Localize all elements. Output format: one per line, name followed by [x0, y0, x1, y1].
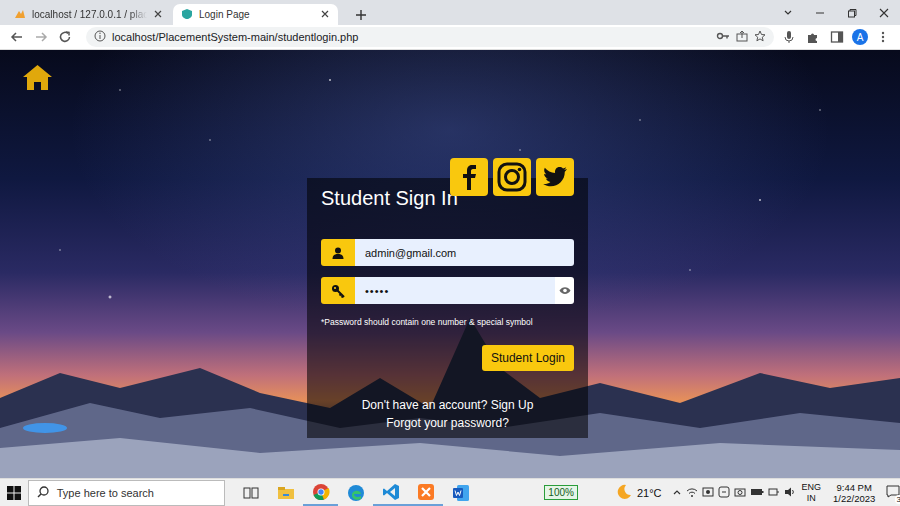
- tab-label: Login Page: [199, 9, 314, 20]
- close-icon[interactable]: [153, 9, 163, 21]
- phpmyadmin-icon: [14, 8, 26, 22]
- login-page: Student Sign In*Password should contain …: [0, 50, 900, 478]
- browser-tab[interactable]: Login Page: [173, 4, 338, 25]
- chevron-icon[interactable]: [772, 8, 804, 18]
- clock[interactable]: 9:44 PM1/22/2023: [833, 482, 875, 504]
- info-icon[interactable]: [94, 30, 106, 44]
- taskbar: Type here to search 100% 21°C ENGIN 9:44 PM1…: [0, 478, 900, 506]
- app-tray-icon[interactable]: [718, 486, 730, 500]
- vscode-icon[interactable]: [373, 480, 408, 506]
- minimize-icon[interactable]: [804, 8, 836, 18]
- home-icon[interactable]: [22, 64, 53, 91]
- clock-time: 9:44 PM: [836, 482, 871, 493]
- taskbar-search[interactable]: Type here to search: [28, 480, 226, 506]
- windows-icon[interactable]: [0, 486, 28, 500]
- social-links: [450, 158, 574, 196]
- region-code: IN: [807, 493, 816, 504]
- window-controls: [772, 0, 900, 25]
- temperature: 21°C: [637, 487, 662, 499]
- new-tab-button[interactable]: [350, 4, 372, 25]
- system-tray: [672, 486, 796, 500]
- volume-icon[interactable]: [784, 486, 796, 500]
- camera-icon[interactable]: [734, 486, 746, 500]
- battery-icon[interactable]: [750, 487, 764, 499]
- signup-link[interactable]: Don't have an account? Sign Up: [362, 398, 534, 412]
- restore-icon[interactable]: [836, 8, 868, 18]
- chrome-icon[interactable]: [303, 480, 338, 506]
- task-view-icon[interactable]: [233, 480, 268, 506]
- address-bar: localhost/PlacementSystem-main/studentlo…: [0, 25, 900, 50]
- chevron-up-icon[interactable]: [672, 487, 682, 499]
- instagram-icon[interactable]: [493, 158, 531, 196]
- shield-icon: [181, 8, 193, 22]
- xampp-icon[interactable]: [408, 480, 443, 506]
- facebook-icon[interactable]: [450, 158, 488, 196]
- reload-button[interactable]: [56, 28, 74, 46]
- password-row: [321, 277, 574, 304]
- edge-icon[interactable]: [338, 480, 373, 506]
- password-hint: *Password should contain one number & sp…: [321, 317, 574, 328]
- app-tray-icon[interactable]: [702, 486, 714, 500]
- form-links: Don't have an account? Sign Up Forgot you…: [321, 398, 574, 430]
- language-indicator[interactable]: ENGIN: [802, 482, 822, 504]
- search-icon: [37, 486, 49, 500]
- wifi-icon[interactable]: [686, 486, 698, 500]
- page-content: Student Sign In*Password should contain …: [0, 50, 900, 438]
- user-icon: [321, 239, 355, 266]
- key-icon[interactable]: [716, 30, 730, 44]
- menu-icon[interactable]: [874, 28, 892, 46]
- email-row: [321, 239, 574, 266]
- extensions-icon[interactable]: [804, 28, 822, 46]
- battery-indicator: 100%: [544, 485, 578, 500]
- browser-tab[interactable]: localhost / 127.0.0.1 / placement: [6, 4, 171, 25]
- language-code: ENG: [802, 482, 822, 493]
- file-explorer-icon[interactable]: [268, 480, 303, 506]
- email-field[interactable]: [355, 239, 574, 266]
- url-field[interactable]: localhost/PlacementSystem-main/studentlo…: [86, 27, 774, 47]
- login-button[interactable]: Student Login: [482, 345, 574, 371]
- word-icon[interactable]: [443, 480, 478, 506]
- forgot-password-link[interactable]: Forgot your password?: [386, 416, 509, 430]
- tab-bar: localhost / 127.0.0.1 / placement Login P…: [0, 0, 900, 25]
- eye-icon[interactable]: [555, 277, 574, 304]
- notification-center[interactable]: 3: [885, 484, 900, 502]
- close-icon[interactable]: [868, 8, 900, 18]
- notification-count: 3: [895, 495, 900, 504]
- key-icon: [321, 277, 355, 304]
- back-button[interactable]: [8, 28, 26, 46]
- password-field[interactable]: [355, 277, 555, 304]
- button-row: Student Login: [321, 345, 574, 371]
- tab-label: localhost / 127.0.0.1 / placement: [32, 9, 147, 20]
- profile-avatar[interactable]: A: [852, 29, 868, 45]
- weather-widget[interactable]: 21°C: [616, 484, 662, 502]
- forward-button[interactable]: [32, 28, 50, 46]
- twitter-icon[interactable]: [536, 158, 574, 196]
- sidebar-icon[interactable]: [828, 28, 846, 46]
- network-icon[interactable]: [768, 486, 780, 500]
- clock-date: 1/22/2023: [833, 493, 875, 504]
- close-icon[interactable]: [320, 9, 330, 21]
- url-text: localhost/PlacementSystem-main/studentlo…: [112, 31, 710, 43]
- search-placeholder: Type here to search: [57, 487, 154, 499]
- microphone-icon[interactable]: [780, 28, 798, 46]
- moon-icon: [616, 484, 632, 502]
- share-icon[interactable]: [736, 30, 748, 44]
- star-icon[interactable]: [754, 30, 766, 44]
- taskbar-apps: [233, 480, 478, 506]
- login-card: Student Sign In*Password should contain …: [307, 178, 588, 438]
